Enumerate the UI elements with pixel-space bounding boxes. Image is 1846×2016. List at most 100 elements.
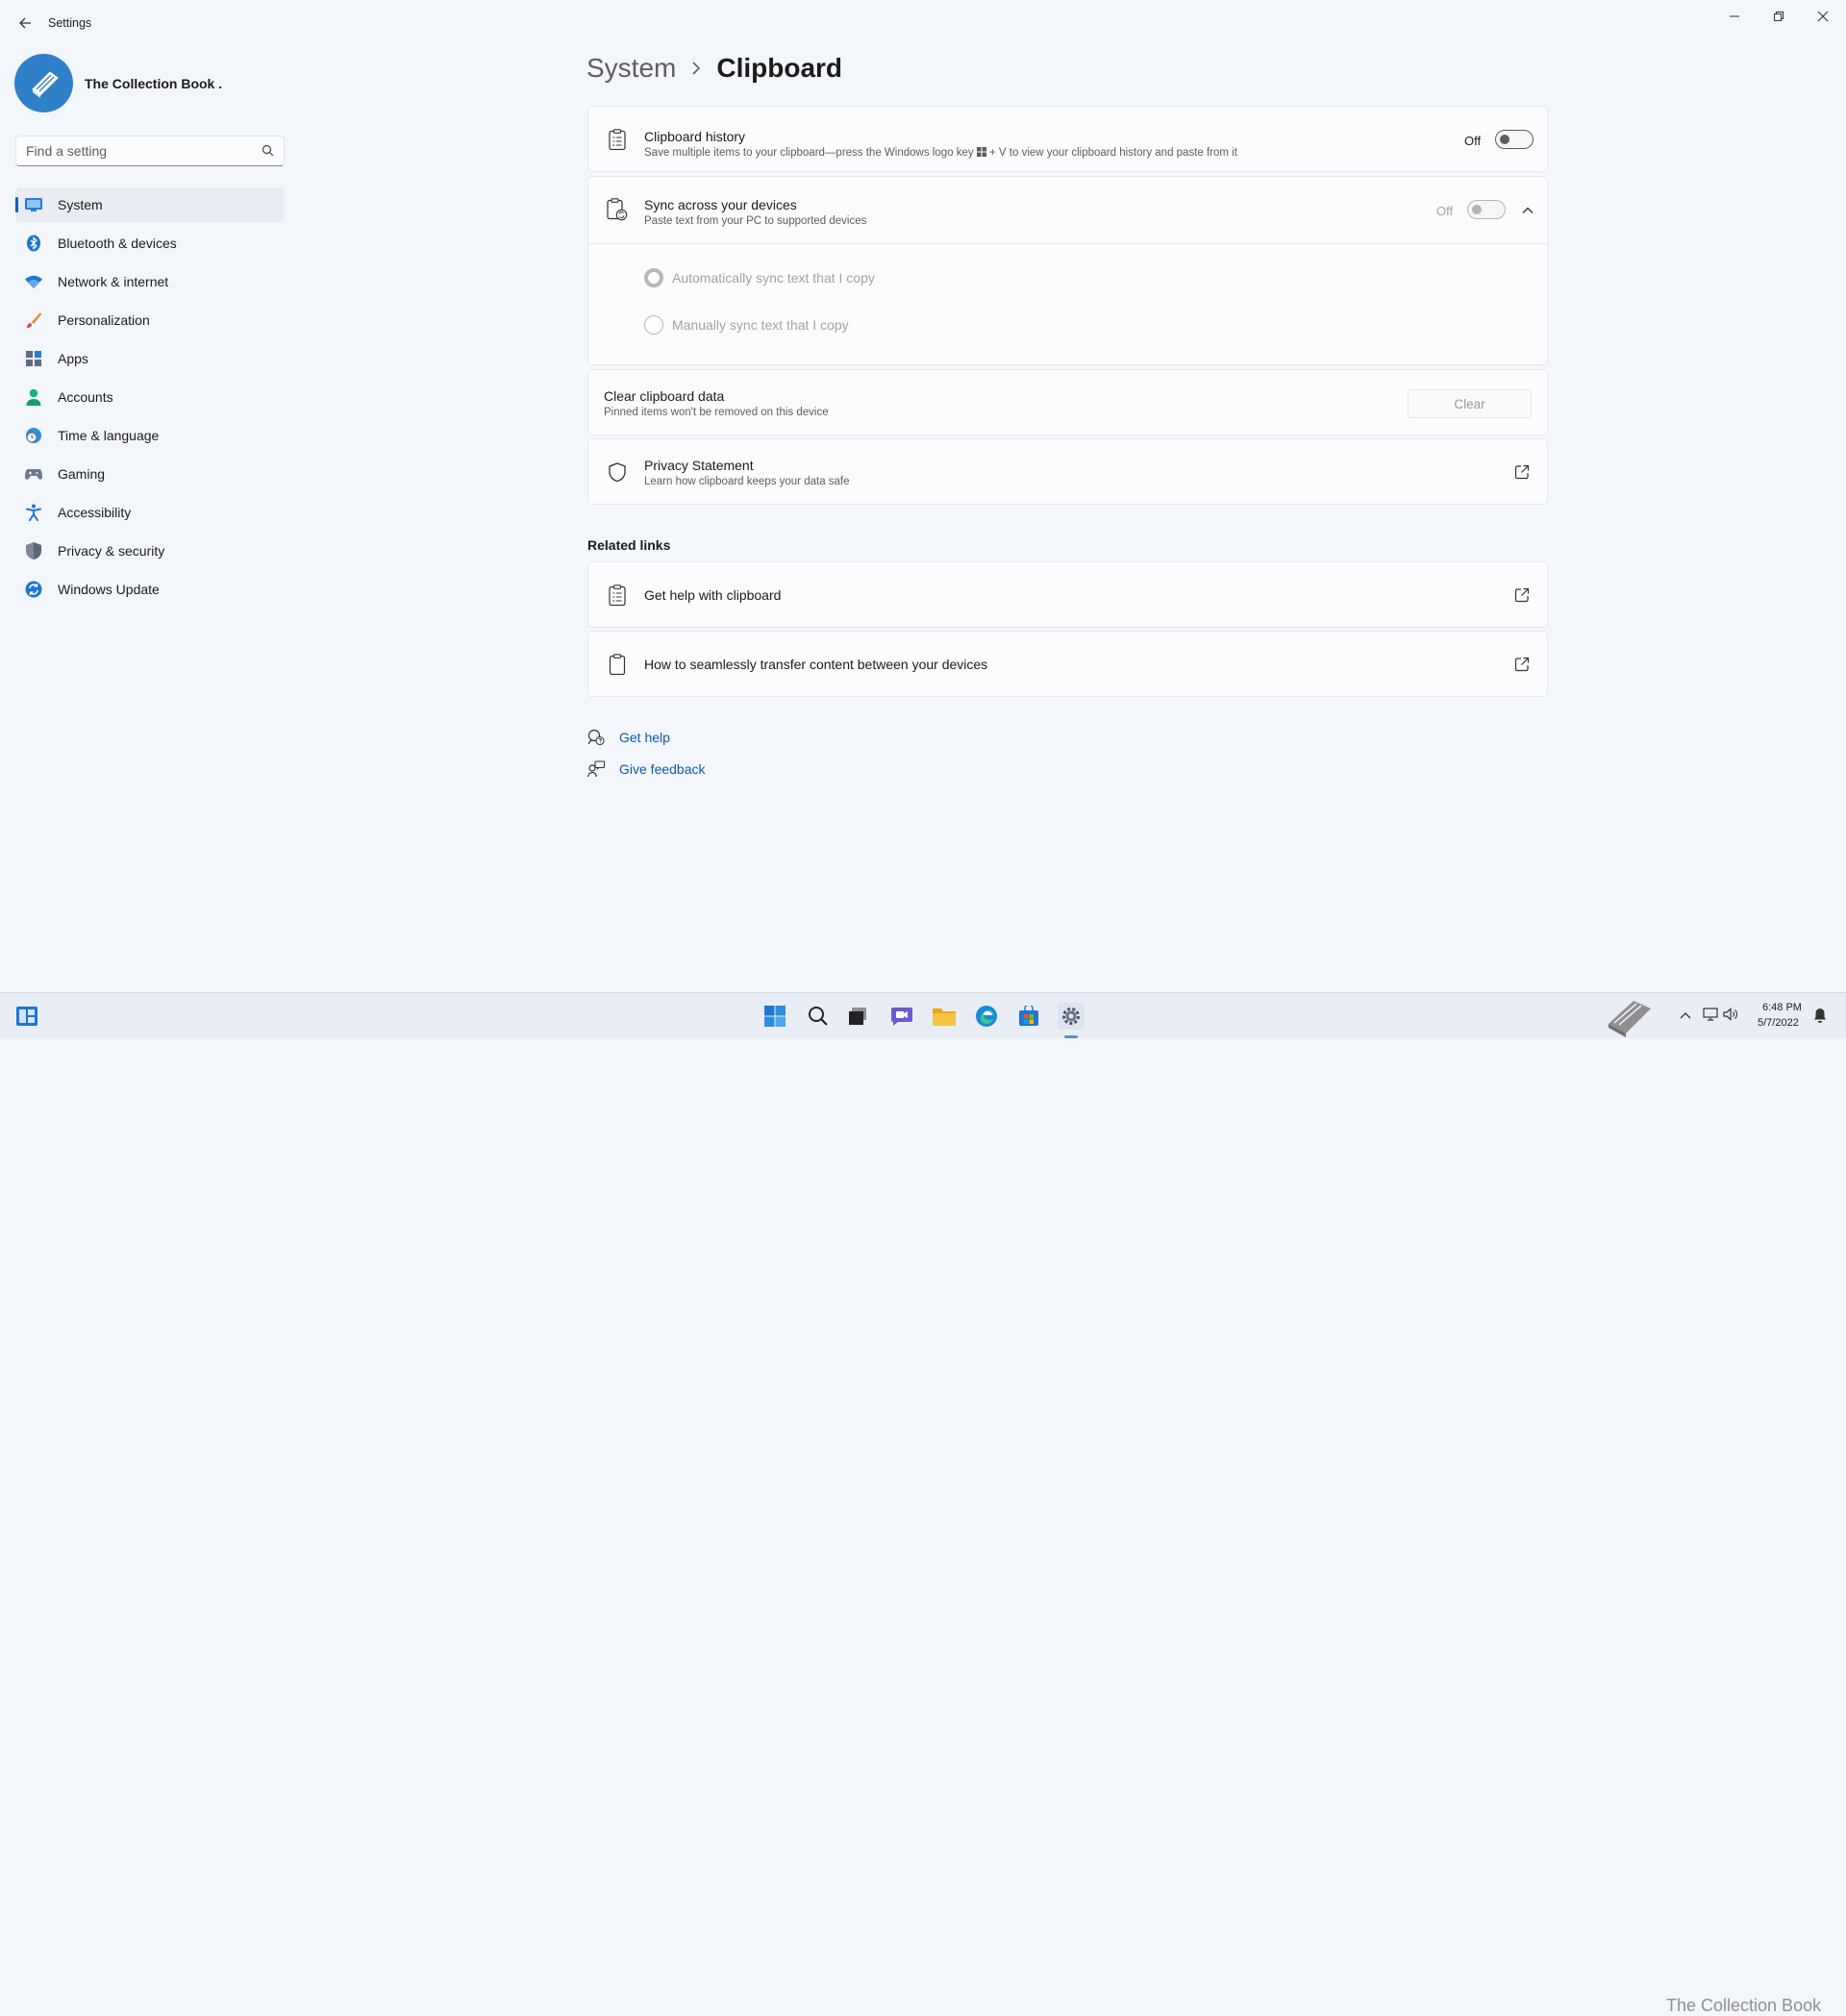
network-icon[interactable]: [1703, 1008, 1718, 1021]
shield-icon: [25, 542, 42, 560]
give-feedback-link[interactable]: Give feedback: [587, 760, 706, 778]
related-links-title: Related links: [587, 537, 671, 553]
back-arrow-icon: [19, 17, 31, 29]
setting-title: Clear clipboard data: [604, 388, 725, 404]
clipboard-history-toggle[interactable]: [1495, 130, 1534, 149]
sidebar-item-network[interactable]: Network & internet: [15, 264, 285, 299]
page-title: Clipboard: [716, 53, 843, 83]
apps-icon: [25, 350, 42, 367]
setting-title: Clipboard history: [644, 129, 746, 144]
sidebar-item-label: Time & language: [58, 428, 160, 443]
chat-icon[interactable]: [888, 1003, 915, 1030]
manual-sync-option[interactable]: Manually sync text that I copy: [644, 315, 849, 335]
shield-outline-icon: [606, 460, 629, 484]
sidebar-item-privacy-security[interactable]: Privacy & security: [15, 534, 285, 568]
search-input[interactable]: [16, 137, 247, 165]
brush-icon: [25, 311, 42, 329]
setting-description: Pinned items won't be removed on this de…: [604, 407, 829, 418]
book-icon: [31, 70, 59, 98]
setting-description: Save multiple items to your clipboard—pr…: [644, 147, 1237, 159]
gamepad-icon: [25, 465, 42, 483]
restore-button[interactable]: [1758, 6, 1800, 27]
wifi-icon: [25, 273, 42, 290]
notification-icon[interactable]: [1813, 1008, 1827, 1023]
window-title: Settings: [48, 16, 92, 30]
globe-clock-icon: [25, 427, 42, 444]
start-icon[interactable]: [761, 1003, 788, 1030]
sidebar-item-label: Bluetooth & devices: [58, 236, 177, 251]
user-profile[interactable]: The Collection Book .: [14, 54, 222, 112]
watermark-text: The Collection Book: [1666, 1996, 1822, 2015]
clear-button[interactable]: Clear: [1408, 389, 1532, 418]
clock-time[interactable]: 6:48 PM: [1762, 1002, 1802, 1013]
clipboard-history-card: Clipboard history Save multiple items to…: [587, 106, 1548, 172]
bluetooth-icon: [25, 235, 42, 252]
related-link-transfer-content[interactable]: How to seamlessly transfer content betwe…: [587, 631, 1548, 697]
sidebar-item-label: Personalization: [58, 312, 150, 328]
edge-icon[interactable]: [973, 1003, 1000, 1030]
sidebar-item-label: Accounts: [58, 389, 113, 405]
toggle-state-label: Off: [1436, 204, 1454, 218]
sidebar-item-bluetooth[interactable]: Bluetooth & devices: [15, 226, 285, 261]
restore-icon: [1774, 12, 1784, 21]
help-chat-icon: [587, 729, 605, 746]
back-button[interactable]: [13, 12, 37, 35]
get-help-link[interactable]: Get help: [587, 729, 670, 746]
volume-icon[interactable]: [1723, 1008, 1738, 1021]
windows-logo-icon: [976, 147, 986, 157]
sidebar-item-label: Accessibility: [58, 505, 132, 520]
auto-sync-option[interactable]: Automatically sync text that I copy: [644, 268, 875, 287]
breadcrumb: System Clipboard: [586, 53, 842, 84]
sidebar-item-apps[interactable]: Apps: [15, 341, 285, 376]
link-title: Get help with clipboard: [644, 587, 782, 603]
person-icon: [25, 388, 42, 406]
search-icon[interactable]: [805, 1003, 832, 1030]
chevron-up-icon[interactable]: [1521, 204, 1534, 217]
sidebar-nav: System Bluetooth & devices Network & int…: [15, 187, 285, 610]
search-icon: [262, 144, 274, 157]
clock-date[interactable]: 5/7/2022: [1758, 1017, 1799, 1029]
minimize-button[interactable]: [1713, 6, 1756, 27]
sidebar-item-time-language[interactable]: Time & language: [15, 418, 285, 453]
chevron-right-icon: [691, 62, 701, 75]
external-link-icon[interactable]: [1514, 657, 1530, 672]
avatar: [14, 54, 73, 112]
external-link-icon[interactable]: [1514, 587, 1530, 603]
sidebar-item-system[interactable]: System: [15, 187, 285, 222]
external-link-icon[interactable]: [1514, 464, 1530, 480]
close-button[interactable]: [1802, 6, 1844, 27]
sidebar-item-gaming[interactable]: Gaming: [15, 457, 285, 491]
store-icon[interactable]: [1015, 1003, 1042, 1030]
toggle-state-label: Off: [1464, 134, 1482, 148]
sidebar-item-personalization[interactable]: Personalization: [15, 303, 285, 337]
file-explorer-icon[interactable]: [931, 1003, 958, 1030]
sidebar-item-accessibility[interactable]: Accessibility: [15, 495, 285, 530]
link-title: How to seamlessly transfer content betwe…: [644, 657, 988, 672]
sidebar-item-label: Gaming: [58, 466, 106, 482]
search-box[interactable]: [15, 136, 285, 166]
sync-devices-card: Sync across your devices Paste text from…: [587, 176, 1548, 365]
sidebar-item-windows-update[interactable]: Windows Update: [15, 572, 285, 607]
radio-button[interactable]: [644, 315, 663, 335]
related-link-help-clipboard[interactable]: Get help with clipboard: [587, 561, 1548, 628]
give-feedback-label: Give feedback: [619, 761, 706, 777]
profile-name: The Collection Book .: [85, 75, 223, 91]
book-logo-icon: [1605, 993, 1655, 1037]
sidebar-item-label: Windows Update: [58, 582, 160, 597]
widgets-icon[interactable]: [13, 1003, 40, 1030]
setting-description: Learn how clipboard keeps your data safe: [644, 476, 850, 487]
settings-icon[interactable]: [1058, 1003, 1085, 1030]
privacy-statement-card[interactable]: Privacy Statement Learn how clipboard ke…: [587, 438, 1548, 505]
setting-title: Privacy Statement: [644, 458, 754, 473]
sync-devices-toggle[interactable]: [1467, 200, 1506, 219]
close-icon: [1817, 11, 1829, 22]
radio-label: Manually sync text that I copy: [672, 317, 849, 333]
radio-button[interactable]: [644, 268, 663, 287]
accessibility-icon: [25, 504, 42, 521]
breadcrumb-parent[interactable]: System: [586, 53, 676, 84]
task-view-icon[interactable]: [844, 1003, 871, 1030]
radio-label: Automatically sync text that I copy: [672, 270, 875, 286]
chevron-up-icon[interactable]: [1680, 1010, 1691, 1020]
clipboard-list-icon: [606, 584, 629, 607]
sidebar-item-accounts[interactable]: Accounts: [15, 380, 285, 414]
